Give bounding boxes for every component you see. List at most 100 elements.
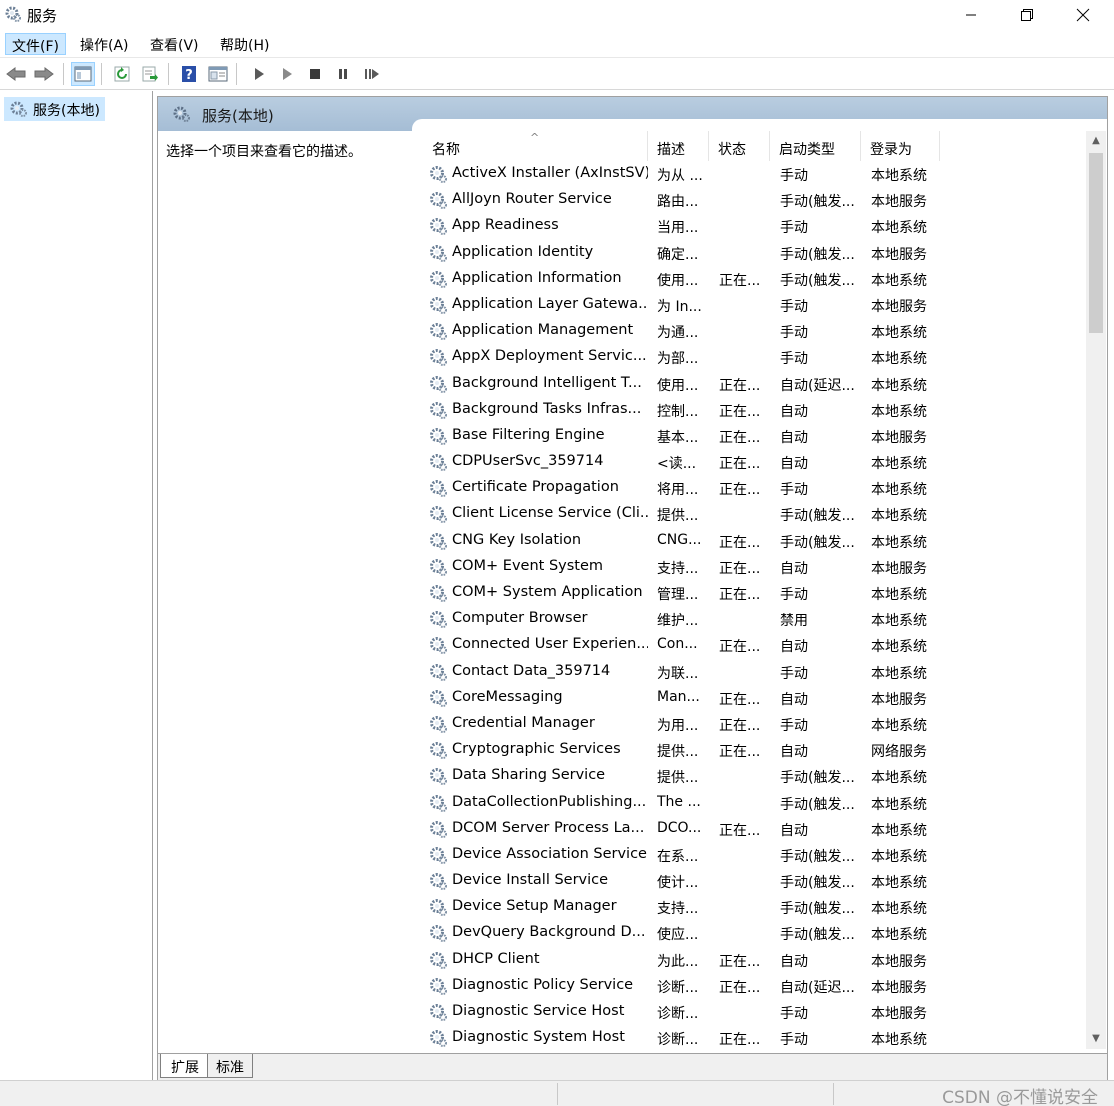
column-header-log-on-as[interactable]: 登录为 [862, 131, 940, 161]
service-status: 正在... [719, 560, 761, 577]
table-row[interactable]: AllJoyn Router Service 路由... 手动(触发... 本地服务 [424, 188, 1086, 214]
services-gear-icon [5, 6, 21, 22]
view-tabs: 扩展 标准 [158, 1053, 1107, 1080]
help-button[interactable]: ? [177, 62, 201, 86]
start-service-button[interactable] [247, 62, 271, 86]
table-row[interactable]: CoreMessaging Man... 正在... 自动 本地服务 [424, 686, 1086, 712]
service-gear-icon [428, 1028, 448, 1048]
table-row[interactable]: Computer Browser 维护... 禁用 本地系统 [424, 607, 1086, 633]
service-startup-type: 手动(触发... [780, 770, 855, 787]
service-log-on-as: 本地系统 [871, 665, 927, 682]
menu-view[interactable]: 查看(V) [144, 33, 205, 55]
table-row[interactable]: DataCollectionPublishing... The ... 手动(触发.… [424, 791, 1086, 817]
start-service-alt-button[interactable] [275, 62, 299, 86]
table-row[interactable]: App Readiness 当用... 手动 本地系统 [424, 214, 1086, 240]
table-row[interactable]: Background Intelligent T... 使用... 正在... 自动(… [424, 372, 1086, 398]
console-tree: 服务(本地) [0, 91, 153, 1080]
service-log-on-as: 网络服务 [871, 744, 927, 761]
table-row[interactable]: DevQuery Background D... 使应... 手动(触发... 本地系… [424, 921, 1086, 947]
close-icon [1076, 8, 1090, 22]
table-row[interactable]: Device Association Service 在系... 手动(触发... 本… [424, 843, 1086, 869]
table-row[interactable]: Diagnostic System Host 诊断... 正在... 手动 本地系统 [424, 1026, 1086, 1049]
service-description: 维护... [657, 613, 699, 630]
close-button[interactable] [1060, 0, 1106, 30]
table-row[interactable]: Device Install Service 使计... 手动(触发... 本地系统 [424, 869, 1086, 895]
table-row[interactable]: Device Setup Manager 支持... 手动(触发... 本地系统 [424, 895, 1086, 921]
service-startup-type: 自动 [780, 744, 808, 761]
service-status: 正在... [719, 272, 761, 289]
menu-action[interactable]: 操作(A) [74, 33, 135, 55]
refresh-button[interactable] [110, 62, 134, 86]
service-status: 正在... [719, 979, 761, 996]
service-gear-icon [428, 216, 448, 236]
pane-header-title: 服务(本地) [202, 107, 274, 125]
table-row[interactable]: Client License Service (Cli... 提供... 手动(触发… [424, 502, 1086, 528]
service-status: 正在... [719, 587, 761, 603]
service-description: 控制... [657, 403, 699, 420]
show-hide-console-tree-button[interactable] [71, 62, 95, 86]
tab-extended[interactable]: 扩展 [160, 1054, 208, 1078]
export-list-icon [142, 66, 158, 82]
service-name: AppX Deployment Servic... [452, 348, 647, 365]
column-header-description[interactable]: 描述 [649, 131, 709, 161]
restart-service-button[interactable] [360, 62, 384, 86]
table-row[interactable]: CNG Key Isolation CNG... 正在... 手动(触发... 本地系统 [424, 529, 1086, 555]
export-list-button[interactable] [138, 62, 162, 86]
scroll-down-icon[interactable]: ▼ [1086, 1029, 1106, 1049]
column-header-startup-type[interactable]: 启动类型 [771, 131, 861, 161]
stop-service-button[interactable] [303, 62, 327, 86]
service-log-on-as: 本地服务 [871, 429, 927, 446]
menu-file[interactable]: 文件(F) [5, 33, 66, 55]
table-row[interactable]: DHCP Client 为此... 正在... 自动 本地服务 [424, 948, 1086, 974]
service-startup-type: 自动(延迟... [780, 377, 855, 394]
tree-item-services-local[interactable]: 服务(本地) [4, 97, 105, 121]
service-name: Diagnostic Policy Service [452, 976, 634, 993]
properties-button[interactable] [206, 62, 230, 86]
table-row[interactable]: COM+ System Application 管理... 正在... 手动 本地系统 [424, 581, 1086, 607]
column-header-status[interactable]: 状态 [710, 131, 770, 161]
forward-arrow-icon [34, 67, 54, 81]
service-gear-icon [428, 531, 448, 551]
menu-help[interactable]: 帮助(H) [214, 33, 275, 55]
scroll-up-icon[interactable]: ▲ [1086, 131, 1106, 151]
table-row[interactable]: Data Sharing Service 提供... 手动(触发... 本地系统 [424, 764, 1086, 790]
table-row[interactable]: Diagnostic Service Host 诊断... 手动 本地服务 [424, 1000, 1086, 1026]
table-row[interactable]: Credential Manager 为用... 正在... 手动 本地系统 [424, 712, 1086, 738]
service-description: 支持... [657, 901, 699, 918]
table-row[interactable]: DCOM Server Process La... DCO... 正在... 自动 本地… [424, 817, 1086, 843]
minimize-button[interactable] [948, 0, 994, 30]
service-startup-type: 手动 [780, 298, 808, 315]
table-row[interactable]: Diagnostic Policy Service 诊断... 正在... 自动(延迟… [424, 974, 1086, 1000]
table-row[interactable]: Application Layer Gatewa... 为 In... 手动 本地服务 [424, 293, 1086, 319]
service-log-on-as: 本地系统 [871, 901, 927, 918]
service-gear-icon [428, 871, 448, 891]
service-description: 路由... [657, 194, 699, 211]
pause-service-button[interactable] [331, 62, 355, 86]
table-row[interactable]: Application Identity 确定... 手动(触发... 本地服务 [424, 241, 1086, 267]
table-row[interactable]: COM+ Event System 支持... 正在... 自动 本地服务 [424, 555, 1086, 581]
service-gear-icon [428, 557, 448, 577]
table-row[interactable]: Base Filtering Engine 基本... 正在... 自动 本地服务 [424, 424, 1086, 450]
table-row[interactable]: Application Management 为通... 手动 本地系统 [424, 319, 1086, 345]
service-startup-type: 自动 [780, 639, 808, 656]
service-status: 正在... [719, 534, 761, 551]
table-row[interactable]: Contact Data_359714 为联... 手动 本地系统 [424, 660, 1086, 686]
table-row[interactable]: ActiveX Installer (AxInstSV) 为从 ... 手动 本地系统 [424, 162, 1086, 188]
maximize-button[interactable] [1004, 0, 1050, 30]
scrollbar-thumb[interactable] [1089, 153, 1103, 333]
table-row[interactable]: AppX Deployment Servic... 为部... 手动 本地系统 [424, 345, 1086, 371]
table-row[interactable]: Background Tasks Infras... 控制... 正在... 自动 本地… [424, 398, 1086, 424]
tab-standard[interactable]: 标准 [206, 1054, 253, 1078]
forward-button[interactable] [32, 62, 56, 86]
table-row[interactable]: Application Information 使用... 正在... 手动(触发..… [424, 267, 1086, 293]
vertical-scrollbar[interactable]: ▲ ▼ [1086, 131, 1106, 1049]
table-row[interactable]: Certificate Propagation 将用... 正在... 手动 本地系统 [424, 476, 1086, 502]
column-header-name[interactable]: 名称 [424, 131, 648, 161]
table-row[interactable]: Connected User Experien... Con... 正在... 自动 本… [424, 633, 1086, 659]
service-name: DCOM Server Process La... [452, 819, 645, 836]
service-name: CNG Key Isolation [452, 531, 582, 548]
table-row[interactable]: CDPUserSvc_359714 <读... 正在... 自动 本地系统 [424, 450, 1086, 476]
table-row[interactable]: Cryptographic Services 提供... 正在... 自动 网络服务 [424, 738, 1086, 764]
service-description: 诊断... [657, 1032, 699, 1049]
back-button[interactable] [4, 62, 28, 86]
